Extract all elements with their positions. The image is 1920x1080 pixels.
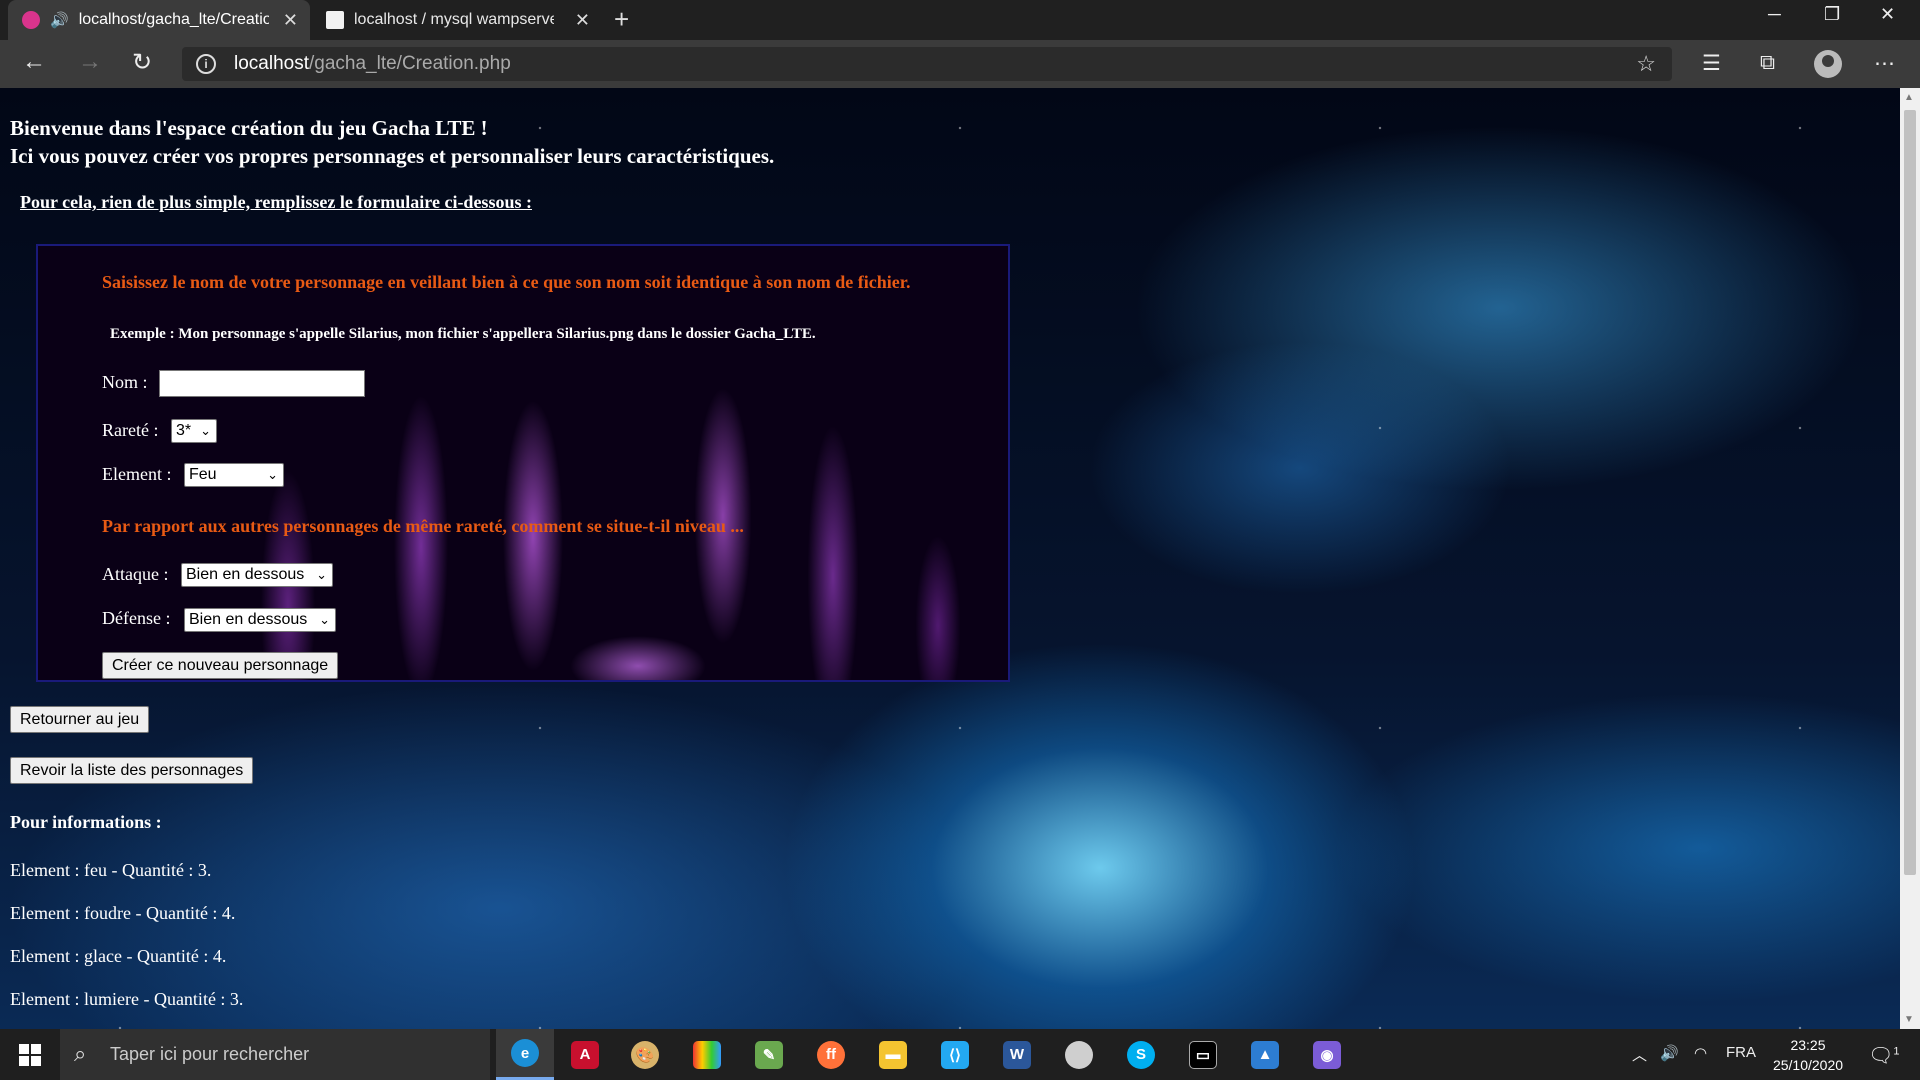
creation-form: Saisissez le nom de votre personnage en … (36, 244, 1010, 682)
acrobat-app-icon[interactable]: A (556, 1029, 614, 1080)
element-select[interactable]: Feu ⌄ (184, 463, 284, 487)
defense-label: Défense : (102, 608, 171, 628)
profile-avatar-icon[interactable] (1814, 50, 1842, 78)
restore-icon[interactable]: ❐ (1824, 4, 1840, 25)
info-title: Pour informations : (10, 812, 162, 832)
notification-center-icon[interactable]: 🗨1 (1868, 1043, 1900, 1068)
phpmyadmin-favicon-icon (326, 11, 344, 29)
taskbar-search-field[interactable]: ⌕ Taper ici pour rechercher (60, 1029, 490, 1080)
windows-start-icon[interactable] (0, 1029, 60, 1080)
address-bar: ← → ↻ i localhost/gacha_lte/Creation.php… (0, 40, 1920, 88)
chevron-down-icon: ⌄ (316, 567, 327, 582)
heading-line-1: Bienvenue dans l'espace création du jeu … (10, 116, 488, 140)
volume-icon[interactable]: 🔊 (1660, 1044, 1679, 1062)
scroll-down-icon[interactable]: ▼ (1904, 1014, 1914, 1025)
element-label: Element : (102, 464, 172, 484)
editor-app-icon[interactable]: ✎ (740, 1029, 798, 1080)
create-character-button[interactable]: Créer ce nouveau personnage (102, 652, 339, 679)
search-icon: ⌕ (74, 1041, 87, 1066)
chevron-down-icon: ⌄ (267, 467, 278, 482)
gacha-favicon-icon (22, 11, 40, 29)
scrollbar-thumb[interactable] (1904, 110, 1916, 875)
paint-app-icon[interactable]: 🎨 (616, 1029, 674, 1080)
show-hidden-icons-icon[interactable]: ︿ (1632, 1044, 1647, 1065)
tab-title: localhost/gacha_lte/Creation.php (78, 11, 269, 28)
reload-icon[interactable]: ↻ (132, 48, 152, 77)
notification-count: 1 (1893, 1045, 1900, 1058)
page-heading: Bienvenue dans l'espace création du jeu … (10, 114, 774, 170)
more-options-icon[interactable]: ⋯ (1874, 51, 1895, 76)
tab-phpmyadmin[interactable]: localhost / mysql wampserver / g ✕ (312, 0, 602, 40)
info-line: Element : glace - Quantité : 4. (10, 946, 227, 966)
defense-value: Bien en dessous (189, 611, 308, 628)
attaque-label: Attaque : (102, 564, 169, 584)
nom-input[interactable] (159, 370, 365, 397)
info-line: Element : lumiere - Quantité : 3. (10, 989, 244, 1009)
scroll-up-icon[interactable]: ▲ (1904, 92, 1914, 103)
chevron-down-icon: ⌄ (200, 423, 211, 438)
tab-creation[interactable]: 🔊 localhost/gacha_lte/Creation.php ✕ (8, 0, 310, 40)
collections-icon[interactable]: ⧉ (1760, 51, 1775, 75)
clock[interactable]: 23:25 25/10/2020 (1760, 1035, 1856, 1075)
filename-example: Exemple : Mon personnage s'appelle Silar… (110, 326, 816, 342)
disc-app-icon[interactable] (1050, 1029, 1108, 1080)
word-app-icon[interactable]: W (988, 1029, 1046, 1080)
search-placeholder: Taper ici pour rechercher (110, 1044, 310, 1064)
rarete-label: Rareté : (102, 420, 159, 440)
clock-time: 23:25 (1790, 1037, 1826, 1053)
close-tab-icon[interactable]: ✕ (575, 10, 590, 31)
close-window-icon[interactable]: ✕ (1880, 4, 1895, 25)
page-content: Bienvenue dans l'espace création du jeu … (0, 88, 1900, 1029)
filename-warning: Saisissez le nom de votre personnage en … (102, 272, 911, 292)
language-indicator[interactable]: FRA (1726, 1044, 1756, 1061)
attaque-value: Bien en dessous (186, 566, 305, 583)
level-question: Par rapport aux autres personnages de mê… (102, 516, 744, 536)
skype-app-icon[interactable]: S (1112, 1029, 1170, 1080)
terminal-app-icon[interactable]: ▭ (1174, 1029, 1232, 1080)
nom-label: Nom : (102, 372, 148, 392)
rarete-select[interactable]: 3* ⌄ (171, 419, 217, 443)
photos-app-icon[interactable]: ▲ (1236, 1029, 1294, 1080)
speaker-icon[interactable]: 🔊 (50, 11, 69, 29)
attaque-select[interactable]: Bien en dessous ⌄ (181, 563, 333, 587)
url-text[interactable]: localhost/gacha_lte/Creation.php (234, 53, 511, 75)
vscode-app-icon[interactable]: ⟨⟩ (926, 1029, 984, 1080)
minimize-icon[interactable]: ─ (1768, 4, 1781, 25)
element-value: Feu (189, 466, 217, 483)
clock-date: 25/10/2020 (1772, 1057, 1844, 1073)
character-list-button[interactable]: Revoir la liste des personnages (10, 757, 254, 784)
favorite-star-icon[interactable]: ☆ (1636, 51, 1656, 77)
forward-arrow-icon[interactable]: → (78, 48, 102, 76)
firefox-app-icon[interactable]: ff (802, 1029, 860, 1080)
intro-text: Pour cela, rien de plus simple, rempliss… (20, 192, 532, 212)
favorites-list-icon[interactable]: ☰ (1702, 51, 1721, 76)
file-explorer-icon[interactable]: ▬ (864, 1029, 922, 1080)
edge-app-icon[interactable]: e (496, 1029, 554, 1080)
back-arrow-icon[interactable]: ← (22, 48, 46, 76)
network-icon[interactable]: ◠ (1694, 1044, 1707, 1062)
info-icon[interactable]: i (196, 54, 216, 74)
url-field[interactable]: i localhost/gacha_lte/Creation.php ☆ (182, 47, 1672, 81)
tab-strip: 🔊 localhost/gacha_lte/Creation.php ✕ loc… (0, 0, 1920, 40)
info-line: Element : feu - Quantité : 3. (10, 860, 212, 880)
chevron-down-icon: ⌄ (319, 612, 330, 627)
vertical-scrollbar[interactable]: ▲ ▼ (1900, 88, 1920, 1029)
tab-title: localhost / mysql wampserver / g (354, 11, 554, 28)
heading-line-2: Ici vous pouvez créer vos propres person… (10, 144, 775, 168)
close-tab-icon[interactable]: ✕ (283, 10, 298, 31)
new-tab-icon[interactable]: + (614, 4, 629, 35)
color-app-icon[interactable] (678, 1029, 736, 1080)
back-to-game-button[interactable]: Retourner au jeu (10, 706, 150, 733)
defense-select[interactable]: Bien en dessous ⌄ (184, 608, 336, 632)
screen-capture-app-icon[interactable]: ◉ (1298, 1029, 1356, 1080)
info-line: Element : foudre - Quantité : 4. (10, 903, 236, 923)
taskbar: ⌕ Taper ici pour rechercher e A 🎨 ✎ ff ▬… (0, 1029, 1920, 1080)
rarete-value: 3* (176, 422, 192, 439)
